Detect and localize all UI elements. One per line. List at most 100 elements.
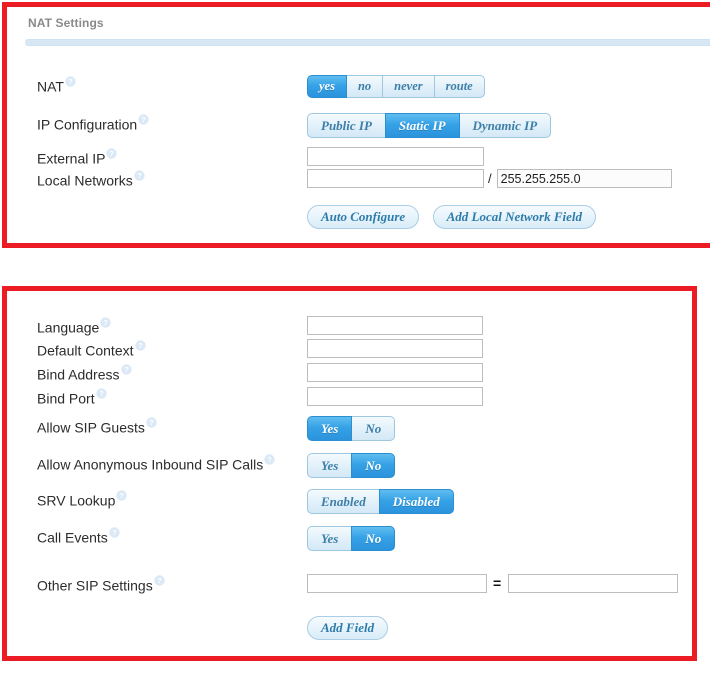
label-srv-lookup: SRV Lookup? (37, 489, 128, 511)
label-nat: NAT? (37, 75, 76, 97)
control-nat-actions: Auto Configure Add Local Network Field (307, 205, 605, 229)
label-local-networks-text: Local Networks (37, 172, 133, 189)
row-bind-port: Bind Port? (7, 387, 692, 413)
control-language (307, 316, 483, 335)
help-icon[interactable]: ? (134, 170, 145, 181)
default-context-input[interactable] (307, 339, 483, 358)
control-local-networks: / (307, 169, 672, 188)
help-icon[interactable]: ? (138, 114, 149, 125)
row-other-sip-settings: Other SIP Settings? = (7, 574, 692, 600)
control-call-events: Yes No (307, 526, 396, 551)
help-icon[interactable]: ? (146, 417, 157, 428)
svg-text:?: ? (149, 418, 154, 427)
other-sip-settings-separator: = (493, 575, 502, 592)
control-other-sip-settings: = (307, 574, 679, 593)
help-icon[interactable]: ? (95, 388, 107, 399)
label-other-sip-settings: Other SIP Settings? (37, 574, 165, 596)
row-sip-actions: Add Field (7, 616, 692, 642)
local-network-netmask-input[interactable] (496, 169, 672, 188)
language-input[interactable] (307, 316, 483, 335)
svg-text:?: ? (120, 491, 125, 500)
sip-settings-panel: Language? Default Context? Bind Address? (2, 286, 697, 661)
nat-option-route[interactable]: route (433, 75, 485, 98)
label-external-ip-text: External IP (37, 150, 106, 167)
help-icon[interactable]: ? (106, 148, 118, 159)
svg-text:?: ? (110, 149, 115, 158)
auto-configure-button[interactable]: Auto Configure (307, 205, 420, 229)
row-allow-sip-guests: Allow SIP Guests? Yes No (7, 416, 692, 442)
control-default-context (307, 339, 483, 358)
srv-lookup-segmented-control[interactable]: Enabled Disabled (307, 489, 454, 514)
row-call-events: Call Events? Yes No (7, 526, 692, 552)
help-icon[interactable]: ? (116, 490, 128, 501)
nat-option-never[interactable]: never (382, 75, 435, 98)
ip-configuration-option-static-ip[interactable]: Static IP (384, 113, 460, 138)
label-local-networks: Local Networks? (37, 169, 145, 191)
label-other-sip-settings-text: Other SIP Settings (37, 577, 153, 594)
other-sip-settings-value-input[interactable] (508, 574, 679, 593)
label-external-ip: External IP? (37, 147, 118, 169)
svg-text:?: ? (267, 455, 272, 464)
label-default-context: Default Context? (37, 339, 146, 361)
control-bind-address (307, 363, 483, 382)
ip-configuration-option-dynamic-ip[interactable]: Dynamic IP (458, 113, 552, 138)
label-srv-lookup-text: SRV Lookup (37, 492, 116, 509)
svg-text:?: ? (99, 389, 104, 398)
help-icon[interactable]: ? (65, 76, 76, 87)
ip-configuration-option-public-ip[interactable]: Public IP (307, 113, 386, 138)
row-srv-lookup: SRV Lookup? Enabled Disabled (7, 489, 692, 515)
external-ip-input[interactable] (307, 147, 484, 166)
label-default-context-text: Default Context (37, 342, 134, 359)
label-bind-address-text: Bind Address (37, 366, 120, 383)
call-events-segmented-control[interactable]: Yes No (307, 526, 396, 551)
row-nat: NAT? yes no never route (7, 75, 710, 101)
label-language: Language? (37, 316, 111, 338)
label-ip-configuration-text: IP Configuration (37, 116, 138, 133)
allow-sip-guests-option-yes[interactable]: Yes (307, 416, 353, 441)
local-networks-separator: / (488, 170, 492, 186)
label-bind-port-text: Bind Port (37, 390, 95, 407)
settings-page: NAT Settings NAT? yes no never route IP … (0, 0, 710, 691)
help-icon[interactable]: ? (109, 527, 120, 538)
label-bind-port: Bind Port? (37, 387, 107, 409)
row-local-networks: Local Networks? / (7, 169, 710, 195)
allow-anonymous-inbound-sip-calls-option-no[interactable]: No (351, 453, 396, 478)
other-sip-settings-key-input[interactable] (307, 574, 487, 593)
nat-settings-panel: NAT Settings NAT? yes no never route IP … (2, 2, 710, 248)
call-events-option-no[interactable]: No (351, 526, 396, 551)
srv-lookup-option-enabled[interactable]: Enabled (307, 489, 380, 514)
label-allow-anonymous-inbound-sip-calls: Allow Anonymous Inbound SIP Calls? (37, 453, 275, 475)
nat-option-yes[interactable]: yes (307, 75, 347, 98)
help-icon[interactable]: ? (120, 364, 132, 375)
control-sip-actions: Add Field (307, 616, 397, 640)
control-allow-anonymous-inbound-sip-calls: Yes No (307, 453, 396, 478)
nat-option-no[interactable]: no (345, 75, 384, 98)
local-network-address-input[interactable] (307, 169, 484, 188)
allow-anonymous-inbound-sip-calls-segmented-control[interactable]: Yes No (307, 453, 396, 478)
label-allow-sip-guests-text: Allow SIP Guests (37, 419, 145, 436)
add-field-button[interactable]: Add Field (307, 616, 389, 640)
row-allow-anonymous-inbound-sip-calls: Allow Anonymous Inbound SIP Calls? Yes N… (7, 453, 692, 479)
add-local-network-field-button[interactable]: Add Local Network Field (432, 205, 597, 229)
nat-segmented-control[interactable]: yes no never route (307, 75, 485, 98)
row-bind-address: Bind Address? (7, 363, 692, 389)
help-icon[interactable]: ? (154, 575, 165, 586)
allow-sip-guests-option-no[interactable]: No (351, 416, 396, 441)
svg-text:?: ? (157, 576, 162, 585)
ip-configuration-segmented-control[interactable]: Public IP Static IP Dynamic IP (307, 113, 552, 138)
allow-sip-guests-segmented-control[interactable]: Yes No (307, 416, 396, 441)
call-events-option-yes[interactable]: Yes (307, 526, 353, 551)
allow-anonymous-inbound-sip-calls-option-yes[interactable]: Yes (307, 453, 353, 478)
row-nat-actions: Auto Configure Add Local Network Field (7, 205, 710, 231)
section-divider (25, 39, 710, 46)
bind-port-input[interactable] (307, 387, 483, 406)
bind-address-input[interactable] (307, 363, 483, 382)
srv-lookup-option-disabled[interactable]: Disabled (378, 489, 454, 514)
help-icon[interactable]: ? (100, 317, 111, 328)
help-icon[interactable]: ? (134, 340, 146, 351)
help-icon[interactable]: ? (264, 454, 275, 465)
label-nat-text: NAT (37, 78, 64, 95)
svg-text:?: ? (138, 341, 143, 350)
label-allow-anonymous-inbound-sip-calls-text: Allow Anonymous Inbound SIP Calls (37, 456, 264, 473)
svg-text:?: ? (141, 115, 146, 124)
